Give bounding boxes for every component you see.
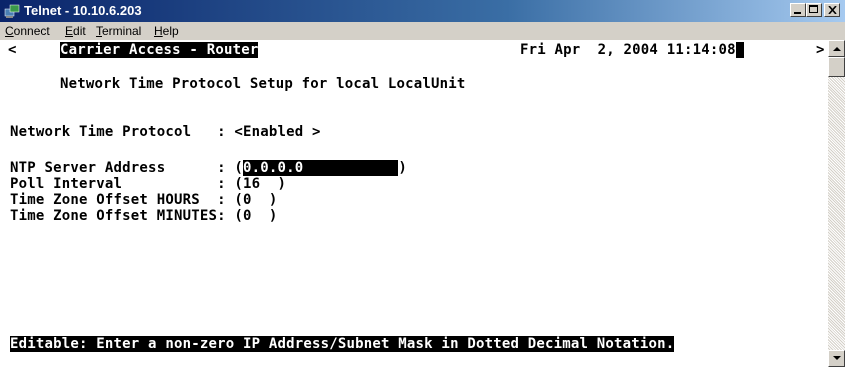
value-bracket-open: ( [234, 160, 243, 176]
title-bar[interactable]: Telnet - 10.10.6.203 [0, 0, 845, 22]
menu-connect-label: Connect [5, 24, 50, 38]
menu-edit[interactable]: Edit [65, 24, 86, 38]
ntp-server-pad [303, 160, 398, 176]
arrow-down-icon [833, 356, 841, 360]
telnet-app-icon [4, 4, 20, 18]
scroll-up-button[interactable] [828, 40, 845, 57]
menu-edit-label: Edit [65, 24, 86, 38]
field-tz-minutes[interactable]: Time Zone Offset MINUTES: (0 ) [10, 208, 278, 224]
vertical-scrollbar[interactable] [828, 40, 845, 367]
menu-terminal[interactable]: Terminal [96, 24, 141, 38]
field-ntp-enable[interactable]: Network Time Protocol : <Enabled > [10, 124, 321, 140]
field-tz-hours[interactable]: Time Zone Offset HOURS : (0 ) [10, 192, 278, 208]
ntp-enable-value[interactable]: <Enabled > [234, 124, 320, 140]
menu-help[interactable]: Help [154, 24, 179, 38]
field-label: Time Zone Offset HOURS : [10, 192, 235, 208]
menu-connect[interactable]: Connect [5, 24, 50, 38]
minimize-button[interactable] [790, 3, 806, 17]
scroll-thumb[interactable] [828, 57, 845, 77]
datetime-display: Fri Apr 2, 2004 11:14:08 [520, 42, 736, 58]
screen-title: Network Time Protocol Setup for local Lo… [60, 76, 466, 92]
scroll-down-button[interactable] [828, 350, 845, 367]
telnet-window: Telnet - 10.10.6.203 Connect Edit Termin… [0, 0, 845, 367]
status-line: Editable: Enter a non-zero IP Address/Su… [10, 336, 675, 352]
tz-minutes-value[interactable]: (0 ) [234, 208, 277, 224]
window-title: Telnet - 10.10.6.203 [24, 3, 142, 18]
close-button[interactable] [824, 3, 840, 17]
field-label: NTP Server Address : [10, 160, 235, 176]
ntp-server-input[interactable]: 0.0.0.0 [243, 160, 399, 176]
field-label: Poll Interval : [10, 176, 235, 192]
product-header: Carrier Access - Router [60, 42, 259, 58]
terminal-screen[interactable]: < Carrier Access - Router Fri Apr 2, 200… [0, 40, 828, 367]
cursor-block [735, 42, 745, 58]
arrow-up-icon [833, 47, 841, 51]
menu-terminal-label: Terminal [96, 24, 142, 38]
field-poll-interval[interactable]: Poll Interval : (16 ) [10, 176, 286, 192]
right-scroll-marker: > [816, 42, 825, 58]
ntp-server-value: 0.0.0.0 [243, 160, 304, 176]
menu-help-label: Help [154, 24, 179, 38]
menu-bar: Connect Edit Terminal Help [0, 22, 845, 40]
maximize-icon [809, 5, 818, 13]
maximize-button[interactable] [806, 3, 822, 17]
left-scroll-marker: < [8, 42, 17, 58]
field-ntp-server[interactable]: NTP Server Address : (0.0.0.0 ) [10, 160, 407, 176]
poll-interval-value[interactable]: (16 ) [234, 176, 286, 192]
field-label: Network Time Protocol : [10, 124, 235, 140]
tz-hours-value[interactable]: (0 ) [234, 192, 277, 208]
close-icon [828, 6, 837, 14]
value-bracket-close: ) [398, 160, 407, 176]
field-label: Time Zone Offset MINUTES: [10, 208, 235, 224]
minimize-icon [794, 12, 801, 14]
